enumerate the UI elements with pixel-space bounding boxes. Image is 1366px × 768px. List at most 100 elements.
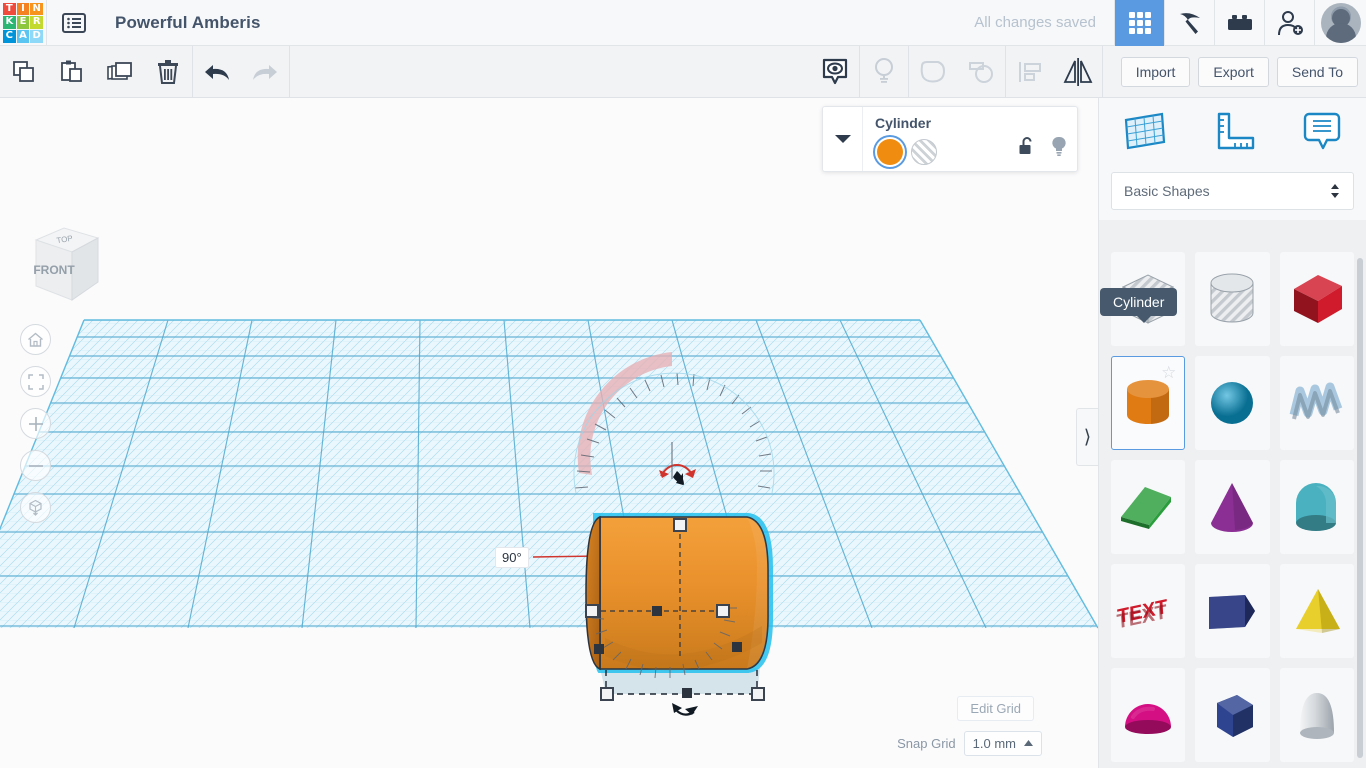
workplane-surface bbox=[0, 319, 1098, 629]
sidebar-tabs bbox=[1099, 98, 1366, 164]
paste-button[interactable] bbox=[48, 46, 96, 98]
editor-viewport[interactable]: 90° TOP FRONT Edit Grid Snap Grid 1.0 mm… bbox=[0, 98, 1098, 768]
bricks-button[interactable] bbox=[1214, 0, 1264, 46]
collapse-sidebar-button[interactable]: ⟩ bbox=[1076, 408, 1098, 466]
note-bubble-icon bbox=[1303, 112, 1340, 150]
shape-wedge[interactable] bbox=[1195, 564, 1270, 658]
shape-polygon[interactable] bbox=[1195, 668, 1270, 762]
shape-half-sphere[interactable] bbox=[1111, 668, 1186, 762]
logo-tile-d: D bbox=[30, 29, 43, 43]
tinkercad-app: TIN KER CAD Powerful Amberis All changes s… bbox=[0, 0, 1366, 768]
align-button[interactable] bbox=[1006, 46, 1054, 98]
mirror-button[interactable] bbox=[1054, 46, 1102, 98]
avatar bbox=[1320, 2, 1361, 43]
category-select[interactable]: Basic Shapes bbox=[1111, 172, 1354, 210]
shape-thumb-icon bbox=[1289, 382, 1343, 420]
group-button[interactable] bbox=[909, 46, 957, 98]
plus-icon bbox=[28, 416, 43, 431]
shapes-grid-scroll[interactable]: ☆ TEXT TEXT bbox=[1099, 252, 1366, 768]
lightbulb-icon bbox=[1052, 136, 1066, 156]
shape-paraboloid[interactable] bbox=[1279, 668, 1354, 762]
project-list-button[interactable] bbox=[47, 0, 101, 46]
workplane-3d bbox=[0, 319, 1098, 716]
shape-round-roof[interactable] bbox=[1279, 460, 1354, 554]
logo-tile-k: K bbox=[3, 16, 16, 29]
shape-scribble[interactable] bbox=[1279, 356, 1354, 450]
view-cube-icon: TOP FRONT bbox=[33, 227, 100, 301]
shape-thumb-icon: TEXTTEXT bbox=[1116, 596, 1169, 634]
unlock-button[interactable] bbox=[1019, 136, 1035, 162]
shape-cylinder[interactable]: ☆ bbox=[1111, 356, 1186, 450]
collapse-panel-button[interactable] bbox=[823, 107, 863, 171]
rotation-angle-badge[interactable]: 90° bbox=[495, 547, 529, 568]
logo-tile-e: E bbox=[16, 16, 30, 29]
send-to-button[interactable]: Send To bbox=[1276, 56, 1358, 87]
shape-thumb-icon bbox=[1209, 595, 1256, 629]
shape-box[interactable] bbox=[1279, 252, 1354, 346]
ungroup-shapes-icon bbox=[968, 61, 993, 83]
import-button[interactable]: Import bbox=[1120, 56, 1191, 87]
shape-pyramid[interactable] bbox=[1279, 564, 1354, 658]
shape-text[interactable]: TEXT TEXT bbox=[1111, 564, 1186, 658]
snap-grid-select[interactable]: 1.0 mm bbox=[963, 731, 1042, 756]
cylinder-object[interactable] bbox=[585, 513, 773, 673]
cube-perspective-icon bbox=[29, 499, 42, 516]
svg-text:FRONT: FRONT bbox=[33, 263, 75, 277]
user-avatar-button[interactable] bbox=[1314, 0, 1366, 46]
snap-grid-control: Snap Grid 1.0 mm bbox=[897, 731, 1042, 756]
shape-cylinder-hole[interactable] bbox=[1195, 252, 1270, 346]
duplicate-button[interactable] bbox=[96, 46, 144, 98]
app-header: TIN KER CAD Powerful Amberis All changes s… bbox=[0, 0, 1366, 46]
shape-thumb-icon bbox=[1211, 483, 1254, 532]
favorite-star-icon[interactable]: ☆ bbox=[1161, 363, 1176, 383]
home-view-button[interactable] bbox=[20, 324, 51, 355]
rotate-handle-bottom[interactable] bbox=[672, 703, 698, 716]
zoom-out-button[interactable] bbox=[20, 450, 51, 481]
lightbulb-icon bbox=[874, 57, 893, 83]
codeblocks-button[interactable] bbox=[1164, 0, 1214, 46]
invite-people-button[interactable] bbox=[1264, 0, 1314, 46]
shape-thumb-icon bbox=[1295, 483, 1336, 531]
home-icon bbox=[28, 332, 43, 347]
show-hide-button[interactable] bbox=[811, 46, 859, 98]
fit-view-button[interactable] bbox=[20, 366, 51, 397]
zoom-in-button[interactable] bbox=[20, 408, 51, 439]
shape-properties-panel[interactable]: Cylinder bbox=[822, 106, 1078, 172]
light-toggle-button[interactable] bbox=[1051, 136, 1067, 162]
view-cube[interactable]: TOP FRONT bbox=[24, 218, 106, 306]
ortho-perspective-button[interactable] bbox=[20, 492, 51, 523]
solid-color-swatch[interactable] bbox=[877, 139, 903, 165]
ungroup-button[interactable] bbox=[957, 46, 1005, 98]
sidebar-scrollbar[interactable] bbox=[1357, 258, 1363, 758]
hole-swatch[interactable] bbox=[911, 139, 937, 165]
lego-brick-icon bbox=[1227, 14, 1252, 30]
logo-tile-i: I bbox=[16, 2, 30, 16]
tab-ruler[interactable] bbox=[1188, 108, 1277, 154]
blocks-view-button[interactable] bbox=[1114, 0, 1164, 46]
chevron-right-icon: ⟩ bbox=[1083, 426, 1092, 448]
page-title: Powerful Amberis bbox=[115, 12, 261, 32]
tinkercad-logo[interactable]: TIN KER CAD bbox=[0, 0, 46, 46]
export-button[interactable]: Export bbox=[1198, 56, 1269, 87]
duplicate-icon bbox=[107, 61, 132, 80]
delete-button[interactable] bbox=[144, 46, 192, 98]
shape-cone[interactable] bbox=[1195, 460, 1270, 554]
shape-sphere[interactable] bbox=[1195, 356, 1270, 450]
tab-notes[interactable] bbox=[1277, 108, 1366, 154]
clipboard-paste-icon bbox=[61, 60, 82, 82]
copy-button[interactable] bbox=[0, 46, 48, 98]
edit-grid-button[interactable]: Edit Grid bbox=[957, 696, 1034, 721]
shape-panel-icons bbox=[1019, 136, 1067, 162]
undo-button[interactable] bbox=[193, 46, 241, 98]
tab-workplane[interactable] bbox=[1099, 108, 1188, 154]
group-shapes-icon bbox=[920, 60, 945, 82]
person-add-icon bbox=[1277, 10, 1303, 35]
grid-blocks-icon bbox=[1128, 11, 1151, 34]
shape-thumb-icon bbox=[1295, 589, 1340, 633]
redo-button[interactable] bbox=[241, 46, 289, 98]
light-button[interactable] bbox=[860, 46, 908, 98]
toolbar-divider-6 bbox=[1101, 45, 1103, 98]
shape-roof[interactable] bbox=[1111, 460, 1186, 554]
updown-caret-icon bbox=[1331, 184, 1339, 198]
align-icon bbox=[1018, 61, 1041, 82]
